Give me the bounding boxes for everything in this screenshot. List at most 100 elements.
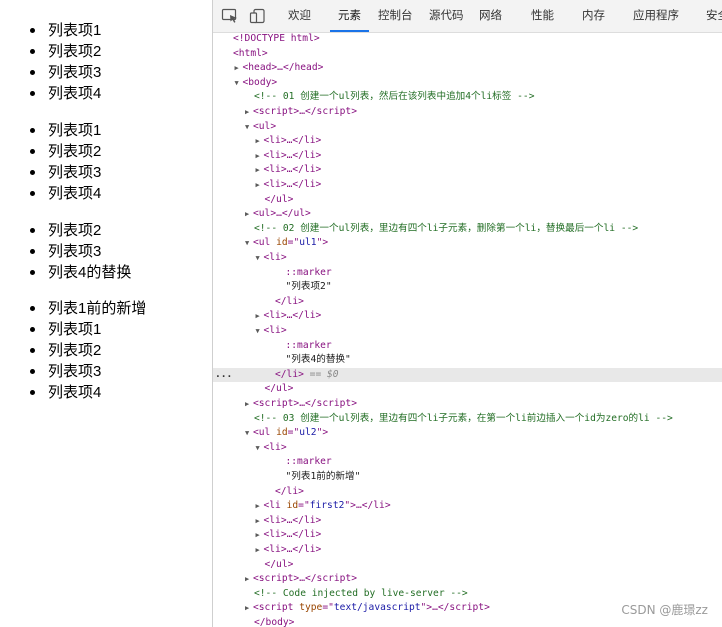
expand-triangle-icon[interactable]: ▶: [256, 543, 264, 558]
expand-triangle-icon[interactable]: ▶: [256, 514, 264, 529]
tab-7[interactable]: 应用程序: [633, 0, 679, 32]
expand-triangle-icon[interactable]: ▶: [256, 134, 264, 149]
dom-node-selected[interactable]: ... </li> == $0: [213, 367, 722, 383]
list-item: 列表项4: [0, 183, 212, 204]
collapse-triangle-icon[interactable]: ▼: [256, 324, 264, 339]
list-item-text: 列表项2: [48, 222, 102, 239]
list-item-text: 列表项4: [48, 185, 102, 202]
tab-4[interactable]: 网络: [479, 0, 502, 32]
expand-triangle-icon[interactable]: ▶: [245, 572, 253, 587]
node-actions-icon[interactable]: ...: [215, 368, 232, 383]
dom-node-text: ▼ <li>: [256, 324, 287, 339]
tab-1[interactable]: 元素: [330, 0, 369, 32]
expand-triangle-icon[interactable]: ▶: [245, 397, 253, 412]
dom-node[interactable]: ▶ <li>…</li>: [213, 178, 722, 193]
dom-node-text: "列表项2": [285, 281, 332, 293]
dom-node[interactable]: "列表项2": [213, 280, 722, 295]
list-item: 列表4的替换: [0, 262, 212, 283]
dom-node[interactable]: ▶ <li id="first2">…</li>: [213, 499, 722, 514]
tab-5[interactable]: 性能: [531, 0, 554, 32]
collapse-triangle-icon[interactable]: ▼: [256, 441, 264, 456]
expand-triangle-icon[interactable]: ▶: [245, 601, 253, 616]
expand-triangle-icon[interactable]: ▶: [256, 178, 264, 193]
dom-node[interactable]: ::marker: [213, 455, 722, 470]
expand-triangle-icon[interactable]: ▶: [256, 309, 264, 324]
expand-triangle-icon[interactable]: ▶: [256, 499, 264, 514]
list-item: 列表项2: [0, 41, 212, 62]
dom-node[interactable]: ▼ <ul>: [213, 120, 722, 135]
dom-node-text: ::marker: [285, 339, 332, 351]
dom-node[interactable]: </li>: [213, 485, 722, 500]
dom-node[interactable]: "列表1前的新增": [213, 470, 722, 485]
dom-node[interactable]: <!-- 02 创建一个ul列表，里边有四个li子元素，删除第一个li，替换最后…: [213, 222, 722, 237]
dom-node[interactable]: ▶ <head>…</head>: [213, 61, 722, 76]
tab-8[interactable]: 安全: [706, 0, 722, 32]
dom-node[interactable]: ▶ <li>…</li>: [213, 309, 722, 324]
bullet-icon: [30, 327, 35, 332]
dom-node[interactable]: <!-- 03 创建一个ul列表，里边有四个li子元素，在第一个li前边插入一个…: [213, 412, 722, 427]
expand-triangle-icon[interactable]: ▶: [245, 105, 253, 120]
dom-node[interactable]: ▼ <body>: [213, 76, 722, 91]
dom-node[interactable]: ::marker: [213, 339, 722, 354]
list-item: 列表项3: [0, 361, 212, 382]
expand-triangle-icon[interactable]: ▶: [235, 61, 243, 76]
collapse-triangle-icon[interactable]: ▼: [245, 236, 253, 251]
dom-node-text: "列表4的替换": [285, 354, 351, 366]
bullet-icon: [30, 70, 35, 75]
dom-node[interactable]: ▶ <li>…</li>: [213, 514, 722, 529]
dom-node[interactable]: ▼ <li>: [213, 441, 722, 456]
expand-triangle-icon[interactable]: ▶: [256, 528, 264, 543]
dom-node[interactable]: ::marker: [213, 266, 722, 281]
dom-node[interactable]: <!-- 01 创建一个ul列表，然后在该列表中追加4个li标签 -->: [213, 90, 722, 105]
collapse-triangle-icon[interactable]: ▼: [245, 426, 253, 441]
dom-node[interactable]: <!-- Code injected by live-server -->: [213, 587, 722, 602]
device-toolbar-icon[interactable]: [249, 8, 267, 24]
rendered-list: 列表项2 列表项3 列表4的替换: [0, 220, 212, 283]
tab-3[interactable]: 源代码: [429, 0, 464, 32]
dom-node[interactable]: </li>: [213, 295, 722, 310]
list-item-text: 列表项3: [48, 363, 102, 380]
dom-node[interactable]: ▶ <li>…</li>: [213, 163, 722, 178]
dom-node-text: </li> == $0: [275, 368, 339, 380]
list-item-text: 列表项2: [48, 342, 102, 359]
dom-node-text: ▶ <li>…</li>: [256, 528, 322, 543]
expand-triangle-icon[interactable]: ▶: [245, 207, 253, 222]
dom-node[interactable]: ▼ <ul id="ul2">: [213, 426, 722, 441]
dom-node[interactable]: </ul>: [213, 193, 722, 208]
dom-node[interactable]: ▶ <li>…</li>: [213, 134, 722, 149]
dom-node-text: <html>: [233, 47, 268, 59]
dom-node-text: </li>: [275, 485, 304, 497]
dom-node[interactable]: ▼ <li>: [213, 251, 722, 266]
dom-node[interactable]: </ul>: [213, 382, 722, 397]
dom-node[interactable]: ▼ <li>: [213, 324, 722, 339]
tab-2[interactable]: 控制台: [378, 0, 413, 32]
dom-node[interactable]: ▶ <ul>…</ul>: [213, 207, 722, 222]
dom-node-text: ▶ <li>…</li>: [256, 134, 322, 149]
dom-node-text: ▶ <script>…</script>: [245, 572, 357, 587]
list-item: 列表项3: [0, 62, 212, 83]
collapse-triangle-icon[interactable]: ▼: [245, 120, 253, 135]
dom-node[interactable]: ▶ <li>…</li>: [213, 528, 722, 543]
collapse-triangle-icon[interactable]: ▼: [256, 251, 264, 266]
dom-node[interactable]: ▼ <ul id="ul1">: [213, 236, 722, 251]
tab-6[interactable]: 内存: [582, 0, 605, 32]
dom-node[interactable]: <html>: [213, 47, 722, 62]
dom-node[interactable]: ▶ <li>…</li>: [213, 149, 722, 164]
expand-triangle-icon[interactable]: ▶: [256, 149, 264, 164]
collapse-triangle-icon[interactable]: ▼: [235, 76, 243, 91]
dom-node-text: </ul>: [264, 383, 294, 395]
dom-node[interactable]: "列表4的替换": [213, 353, 722, 368]
inspect-element-icon[interactable]: [221, 8, 239, 24]
list-item-text: 列表项3: [48, 243, 102, 260]
dom-node[interactable]: ▶ <script>…</script>: [213, 572, 722, 587]
bullet-icon: [30, 369, 35, 374]
dom-node[interactable]: ▶ <script>…</script>: [213, 397, 722, 412]
dom-node[interactable]: <!DOCTYPE html>: [213, 32, 722, 47]
dom-node[interactable]: ▶ <script>…</script>: [213, 105, 722, 120]
bullet-icon: [30, 128, 35, 133]
tab-0[interactable]: 欢迎: [288, 0, 311, 32]
dom-node-text: ▶ <script>…</script>: [245, 105, 357, 120]
dom-node[interactable]: ▶ <li>…</li>: [213, 543, 722, 558]
expand-triangle-icon[interactable]: ▶: [256, 163, 264, 178]
dom-node[interactable]: </ul>: [213, 558, 722, 573]
